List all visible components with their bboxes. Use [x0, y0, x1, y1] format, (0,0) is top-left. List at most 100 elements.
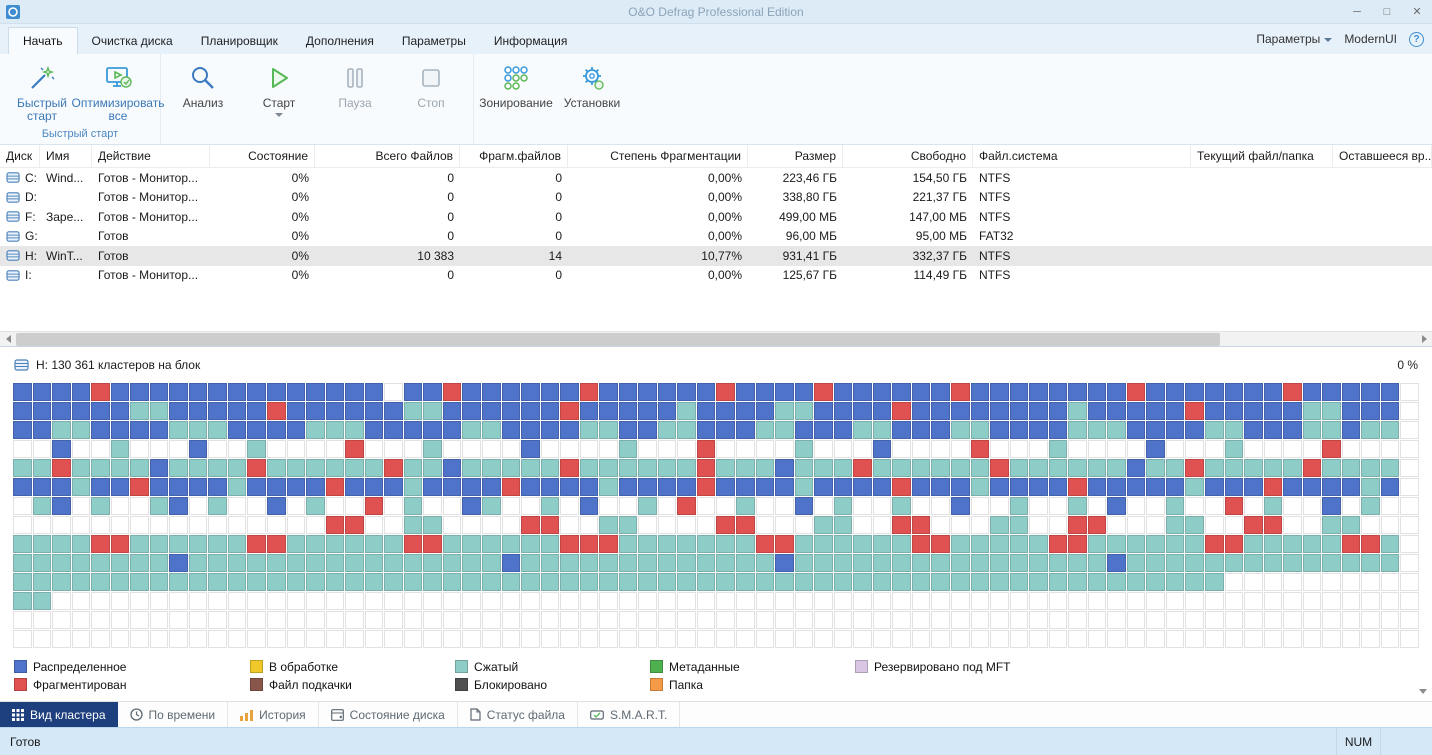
column-header[interactable]: Оставшееся вр... — [1333, 145, 1432, 167]
disk-row[interactable]: F:Заре...Готов - Монитор...0%000,00%499,… — [0, 207, 1432, 227]
disk-row[interactable]: H:WinT...Готов0%10 3831410,77%931,41 ГБ3… — [0, 246, 1432, 266]
cluster-block — [247, 421, 266, 439]
start-button[interactable]: Старт — [241, 54, 317, 144]
tab-time-view[interactable]: По времени — [118, 702, 229, 727]
cluster-block — [1088, 535, 1107, 553]
disk-row[interactable]: G:Готов0%000,00%96,00 МБ95,00 МБFAT32 — [0, 227, 1432, 247]
cluster-block — [1342, 554, 1361, 572]
tab-file-status[interactable]: Статус файла — [458, 702, 578, 727]
tab-cluster-view[interactable]: Вид кластера — [0, 702, 118, 727]
cluster-block — [1264, 516, 1283, 534]
cluster-block — [1283, 421, 1302, 439]
tab-history[interactable]: История — [228, 702, 319, 727]
cluster-block — [404, 497, 423, 515]
cluster-block — [1400, 592, 1419, 610]
disk-row[interactable]: I:Готов - Монитор...0%000,00%125,67 ГБ11… — [0, 266, 1432, 286]
column-header[interactable]: Всего Файлов — [315, 145, 460, 167]
cluster-block — [521, 459, 540, 477]
cluster-block — [1185, 440, 1204, 458]
optimize-all-button[interactable]: Оптимизировать все — [80, 54, 156, 126]
cluster-block — [482, 535, 501, 553]
legend-item: В обработке — [250, 658, 455, 675]
disk-row[interactable]: C:Wind...Готов - Монитор...0%000,00%223,… — [0, 168, 1432, 188]
cluster-block — [892, 611, 911, 629]
column-header[interactable]: Свободно — [843, 145, 973, 167]
cluster-block — [814, 440, 833, 458]
tab-disk-state[interactable]: Состояние диска — [319, 702, 458, 727]
cluster-block — [189, 497, 208, 515]
close-button[interactable]: ✕ — [1402, 0, 1432, 23]
column-header[interactable]: Диск — [0, 145, 40, 167]
analyze-button[interactable]: Анализ — [165, 54, 241, 144]
horizontal-scrollbar[interactable] — [0, 331, 1432, 346]
tab-addons[interactable]: Дополнения — [292, 28, 388, 54]
cluster-block — [1322, 592, 1341, 610]
scrollbar-track[interactable] — [16, 332, 1416, 347]
column-header[interactable]: Фрагм.файлов — [460, 145, 568, 167]
cluster-block — [521, 573, 540, 591]
pane-scroll-down-icon[interactable] — [1415, 684, 1430, 699]
cluster-block — [1088, 383, 1107, 401]
tab-scheduler[interactable]: Планировщик — [187, 28, 292, 54]
cluster-map[interactable] — [13, 383, 1419, 648]
cluster-block — [1205, 592, 1224, 610]
column-header[interactable]: Состояние — [210, 145, 315, 167]
help-icon[interactable]: ? — [1409, 32, 1424, 47]
tab-information[interactable]: Информация — [480, 28, 581, 54]
tab-start[interactable]: Начать — [8, 27, 78, 54]
scroll-right-icon[interactable] — [1416, 332, 1432, 347]
cluster-block — [443, 554, 462, 572]
cluster-block — [443, 478, 462, 496]
cluster-block — [638, 459, 657, 477]
cluster-block — [72, 630, 91, 648]
settings-button[interactable]: Установки — [554, 54, 630, 144]
disk-cell: Готов — [92, 229, 210, 243]
tab-parameters[interactable]: Параметры — [388, 28, 480, 54]
start-dropdown-icon[interactable] — [275, 113, 283, 117]
quick-start-button[interactable]: Быстрый старт — [4, 54, 80, 126]
minimize-button[interactable]: ─ — [1342, 0, 1372, 23]
cluster-block — [834, 402, 853, 420]
disk-cell: 10,77% — [568, 249, 748, 263]
cluster-block — [599, 573, 618, 591]
cluster-block — [1225, 383, 1244, 401]
cluster-block — [1283, 630, 1302, 648]
column-header[interactable]: Текущий файл/папка — [1191, 145, 1333, 167]
cluster-block — [892, 421, 911, 439]
cluster-block — [365, 440, 384, 458]
cluster-block — [247, 611, 266, 629]
column-header[interactable]: Имя — [40, 145, 92, 167]
cluster-block — [1381, 440, 1400, 458]
scrollbar-thumb[interactable] — [16, 333, 1220, 346]
column-header[interactable]: Действие — [92, 145, 210, 167]
cluster-block — [1205, 611, 1224, 629]
tab-disk-cleanup[interactable]: Очистка диска — [78, 28, 187, 54]
cluster-block — [1127, 440, 1146, 458]
cluster-block — [228, 383, 247, 401]
stop-button[interactable]: Стоп — [393, 54, 469, 144]
column-header[interactable]: Степень Фрагментации — [568, 145, 748, 167]
zoning-button[interactable]: Зонирование — [478, 54, 554, 144]
parameters-dropdown[interactable]: Параметры — [1256, 32, 1332, 46]
cluster-block — [1010, 535, 1029, 553]
cluster-block — [1049, 459, 1068, 477]
modernui-link[interactable]: ModernUI — [1344, 32, 1397, 46]
cluster-block — [1303, 383, 1322, 401]
cluster-block — [462, 459, 481, 477]
cluster-block — [91, 516, 110, 534]
column-header[interactable]: Файл.система — [973, 145, 1191, 167]
tab-smart[interactable]: S.M.A.R.T. — [578, 702, 680, 727]
cluster-block — [1088, 630, 1107, 648]
cluster-block — [462, 421, 481, 439]
cluster-block — [228, 497, 247, 515]
scroll-left-icon[interactable] — [0, 332, 16, 347]
cluster-block — [52, 440, 71, 458]
pause-button[interactable]: Пауза — [317, 54, 393, 144]
disk-row[interactable]: D:Готов - Монитор...0%000,00%338,80 ГБ22… — [0, 188, 1432, 208]
column-header[interactable]: Размер — [748, 145, 843, 167]
cluster-block — [287, 630, 306, 648]
cluster-block — [1303, 497, 1322, 515]
maximize-button[interactable]: □ — [1372, 0, 1402, 23]
cluster-block — [1205, 402, 1224, 420]
cluster-block — [541, 459, 560, 477]
